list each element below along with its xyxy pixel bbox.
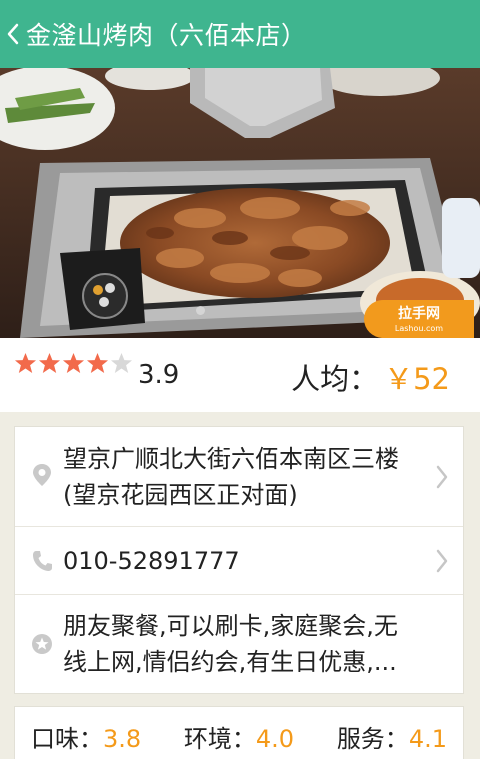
info-card: 望京广顺北大街六佰本南区三楼(望京花园西区正对面) 010-52891777 朋… xyxy=(14,426,464,694)
chevron-left-icon[interactable] xyxy=(4,20,22,48)
chevron-right-icon xyxy=(436,549,448,573)
star-empty-icon xyxy=(110,352,133,374)
environment-score: 环境：4.0 xyxy=(183,724,295,753)
star-filled-icon xyxy=(14,352,37,374)
address-text: 望京广顺北大街六佰本南区三楼(望京花园西区正对面) xyxy=(63,444,399,509)
phone-row[interactable]: 010-52891777 xyxy=(15,527,463,595)
lashou-watermark-logo: 拉手网 Lashou.com xyxy=(364,300,474,338)
title-bar: 金滏山烤肉（六佰本店） xyxy=(0,0,480,68)
sub-scores-bar: 口味：3.8 环境：4.0 服务：4.1 xyxy=(14,706,464,759)
star-rating xyxy=(14,352,133,374)
average-price-label: 人均： xyxy=(291,362,379,396)
rating-score: 3.9 xyxy=(138,360,180,390)
average-price: 人均： ￥52 xyxy=(291,356,450,398)
back-button[interactable] xyxy=(0,0,22,68)
star-filled-icon xyxy=(86,352,109,374)
phone-icon xyxy=(33,551,52,571)
phone-number: 010-52891777 xyxy=(63,546,240,575)
taste-score: 口味：3.8 xyxy=(31,724,142,753)
star-badge-icon xyxy=(32,634,52,654)
tags-row[interactable]: 朋友聚餐,可以刷卡,家庭聚会,无线上网,情侣约会,有生日优惠,... xyxy=(15,595,463,693)
chevron-right-icon xyxy=(436,465,448,489)
features-text: 朋友聚餐,可以刷卡,家庭聚会,无线上网,情侣约会,有生日优惠,... xyxy=(63,612,398,676)
carousel-indicator xyxy=(196,306,205,315)
address-row[interactable]: 望京广顺北大街六佰本南区三楼(望京花园西区正对面) xyxy=(15,427,463,527)
page-title: 金滏山烤肉（六佰本店） xyxy=(26,21,307,50)
food-photo-image xyxy=(0,68,480,338)
star-filled-icon xyxy=(38,352,61,374)
service-score: 服务：4.1 xyxy=(336,724,447,753)
star-filled-icon xyxy=(62,352,85,374)
location-pin-icon xyxy=(33,464,51,486)
restaurant-photo[interactable] xyxy=(0,68,480,338)
average-price-value: ￥52 xyxy=(384,362,450,396)
